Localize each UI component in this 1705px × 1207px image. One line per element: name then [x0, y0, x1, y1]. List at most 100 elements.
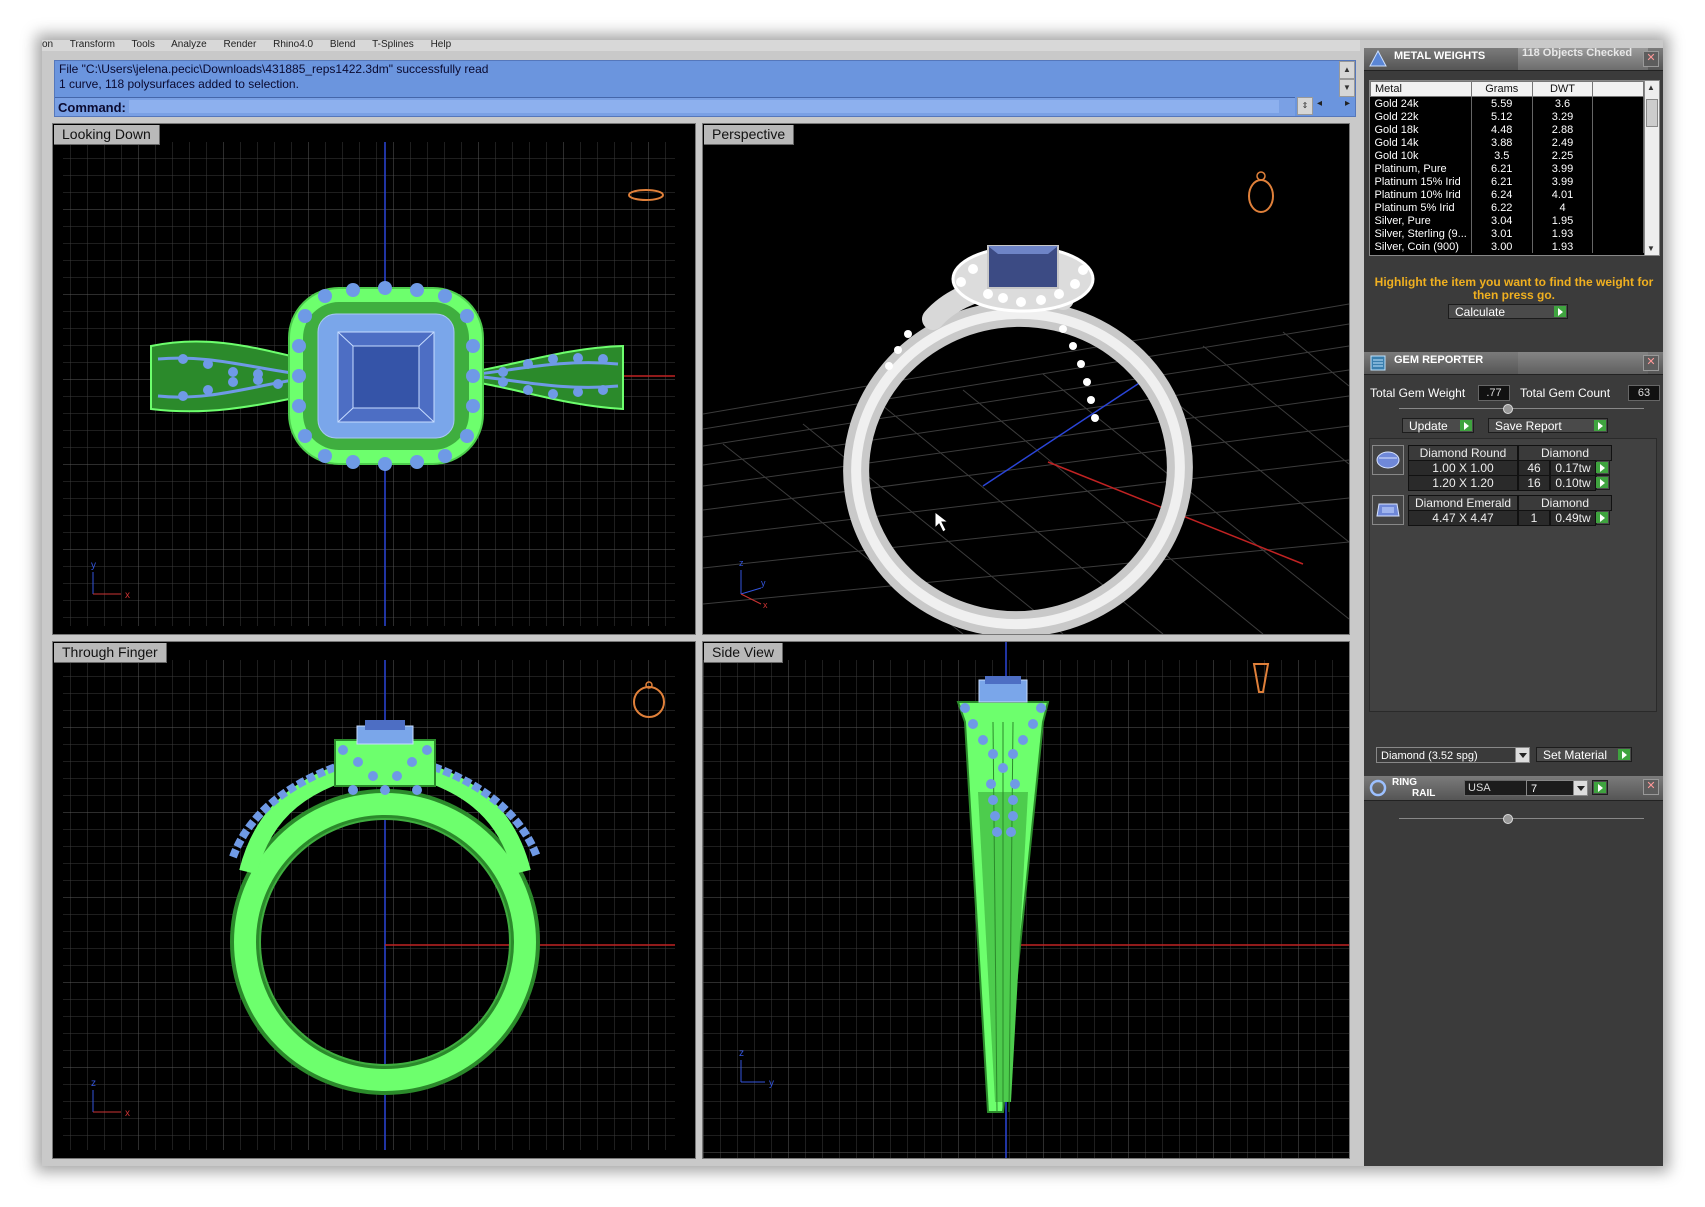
- gem-material[interactable]: Diamond: [1518, 495, 1612, 511]
- scroll-down-icon[interactable]: ▼: [1339, 79, 1355, 97]
- menu-item[interactable]: on: [42, 40, 53, 50]
- metal-dwt: 4: [1532, 201, 1594, 214]
- panel-splitter-handle[interactable]: [1503, 404, 1513, 414]
- svg-text:y: y: [91, 560, 96, 571]
- column-header-dwt[interactable]: DWT: [1531, 81, 1594, 97]
- metal-table-scrollbar[interactable]: ▲ ▼: [1644, 80, 1660, 256]
- svg-text:z: z: [739, 1048, 744, 1059]
- gem-go-button[interactable]: [1596, 510, 1610, 525]
- scroll-thumb[interactable]: [1646, 99, 1658, 127]
- ring-size-select[interactable]: 7: [1526, 780, 1588, 796]
- scroll-down-icon[interactable]: ▼: [1647, 244, 1655, 253]
- gem-size: 4.47 X 4.47: [1408, 510, 1518, 526]
- viewport-title[interactable]: Looking Down: [54, 125, 160, 145]
- scroll-up-icon[interactable]: ▲: [1339, 61, 1355, 79]
- viewport-title[interactable]: Through Finger: [54, 643, 167, 663]
- viewport-title[interactable]: Perspective: [704, 125, 795, 145]
- menu-item[interactable]: Analyze: [171, 40, 207, 50]
- gem-material[interactable]: Diamond: [1518, 445, 1612, 461]
- go-arrow-icon: [1554, 306, 1566, 317]
- gem-reporter-header[interactable]: GEM REPORTER ✕: [1364, 352, 1663, 375]
- table-row[interactable]: Silver, Coin (900) 3.00 1.93: [1370, 240, 1644, 253]
- viewport-perspective[interactable]: z y x Perspective: [702, 123, 1350, 635]
- menu-item[interactable]: Tools: [132, 40, 155, 50]
- panel-splitter-handle[interactable]: [1503, 814, 1513, 824]
- table-row[interactable]: Platinum 5% Irid 6.22 4: [1370, 201, 1644, 214]
- menu-item[interactable]: Render: [224, 40, 257, 50]
- chevron-down-icon[interactable]: [1515, 748, 1529, 762]
- side-view-canvas: z y: [703, 642, 1349, 1158]
- set-material-label: Set Material: [1543, 748, 1608, 762]
- go-arrow-icon: [1460, 420, 1472, 431]
- viewport-looking-down[interactable]: y x Looking Down: [52, 123, 696, 635]
- close-icon[interactable]: ✕: [1643, 779, 1659, 795]
- gem-go-button[interactable]: [1596, 460, 1610, 475]
- ring-rail-go-button[interactable]: [1592, 780, 1608, 795]
- gem-reporter-title: GEM REPORTER: [1394, 354, 1484, 366]
- column-header-grams[interactable]: Grams: [1470, 81, 1533, 97]
- column-header-metal[interactable]: Metal: [1370, 81, 1472, 97]
- calculate-button[interactable]: Calculate: [1448, 304, 1568, 319]
- menu-item[interactable]: Rhino4.0: [273, 40, 313, 50]
- menu-bar: on Transform Tools Analyze Render Rhino4…: [42, 40, 1360, 51]
- update-button[interactable]: Update: [1402, 418, 1474, 433]
- metal-name: Silver, Pure: [1370, 214, 1472, 227]
- viewport-title[interactable]: Side View: [704, 643, 784, 663]
- table-row[interactable]: Platinum 10% Irid 6.24 4.01: [1370, 188, 1644, 201]
- menu-item[interactable]: Blend: [330, 40, 356, 50]
- table-row[interactable]: Platinum, Pure 6.21 3.99: [1370, 162, 1644, 175]
- table-row[interactable]: Gold 22k 5.12 3.29: [1370, 110, 1644, 123]
- metal-grams: 3.01: [1471, 227, 1533, 240]
- metal-weights-header[interactable]: METAL WEIGHTS 118 Objects Checked ✕: [1364, 48, 1663, 71]
- gem-shape[interactable]: Diamond Emerald: [1408, 495, 1518, 511]
- table-row[interactable]: Gold 14k 3.88 2.49: [1370, 136, 1644, 149]
- metal-dwt: 1.93: [1532, 240, 1594, 253]
- viewport-through-finger[interactable]: z x Through Finger: [52, 641, 696, 1159]
- scroll-left-icon[interactable]: ◂: [1317, 98, 1322, 109]
- gem-list: Diamond Round Diamond 1.00 X 1.00 46 0.1…: [1369, 438, 1657, 712]
- save-report-button[interactable]: Save Report: [1488, 418, 1608, 433]
- material-select[interactable]: Diamond (3.52 spg): [1376, 747, 1530, 763]
- metal-dwt: 2.49: [1532, 136, 1594, 149]
- save-report-label: Save Report: [1495, 419, 1562, 433]
- svg-text:y: y: [769, 1078, 774, 1089]
- jewelry-tools-panel: METAL WEIGHTS 118 Objects Checked ✕ Meta…: [1364, 48, 1663, 1166]
- ring-rail-header[interactable]: RING RAIL USA 7 ✕: [1364, 776, 1663, 801]
- scroll-right-icon[interactable]: ▸: [1345, 98, 1350, 109]
- metal-grams: 6.22: [1471, 201, 1533, 214]
- metal-grams: 5.59: [1471, 96, 1533, 110]
- command-label: Command:: [58, 100, 126, 115]
- table-row[interactable]: Gold 10k 3.5 2.25: [1370, 149, 1644, 162]
- go-arrow-icon: [1596, 477, 1608, 488]
- metal-grams: 5.12: [1471, 110, 1533, 123]
- metal-dwt: 4.01: [1532, 188, 1594, 201]
- gem-go-button[interactable]: [1596, 475, 1610, 490]
- table-row[interactable]: Gold 24k 5.59 3.6: [1370, 96, 1644, 110]
- metal-grams: 6.24: [1471, 188, 1533, 201]
- metal-weights-title: METAL WEIGHTS: [1394, 50, 1486, 62]
- metal-dwt: 3.29: [1532, 110, 1594, 123]
- command-spinner-icon[interactable]: ⇕: [1297, 97, 1313, 115]
- menu-item[interactable]: T-Splines: [372, 40, 414, 50]
- table-row[interactable]: Gold 18k 4.48 2.88: [1370, 123, 1644, 136]
- menu-item[interactable]: Transform: [70, 40, 115, 50]
- close-icon[interactable]: ✕: [1643, 51, 1659, 67]
- svg-text:x: x: [125, 1108, 130, 1119]
- ring-size-region[interactable]: USA: [1464, 780, 1527, 796]
- viewport-side-view[interactable]: z y Side View: [702, 641, 1350, 1159]
- command-input[interactable]: [129, 100, 1279, 113]
- command-line: Command:: [55, 97, 1295, 116]
- close-icon[interactable]: ✕: [1643, 355, 1659, 371]
- table-row[interactable]: Platinum 15% Irid 6.21 3.99: [1370, 175, 1644, 188]
- metal-dwt: 2.25: [1532, 149, 1594, 162]
- gem-shape[interactable]: Diamond Round: [1408, 445, 1518, 461]
- chevron-down-icon[interactable]: [1573, 781, 1587, 795]
- perspective-grid: [703, 303, 1349, 634]
- metal-name: Gold 18k: [1370, 123, 1472, 136]
- scroll-up-icon[interactable]: ▲: [1647, 83, 1655, 92]
- table-row[interactable]: Silver, Pure 3.04 1.95: [1370, 214, 1644, 227]
- menu-item[interactable]: Help: [431, 40, 452, 50]
- table-row[interactable]: Silver, Sterling (9... 3.01 1.93: [1370, 227, 1644, 240]
- set-material-button[interactable]: Set Material: [1536, 747, 1632, 762]
- metal-dwt: 2.88: [1532, 123, 1594, 136]
